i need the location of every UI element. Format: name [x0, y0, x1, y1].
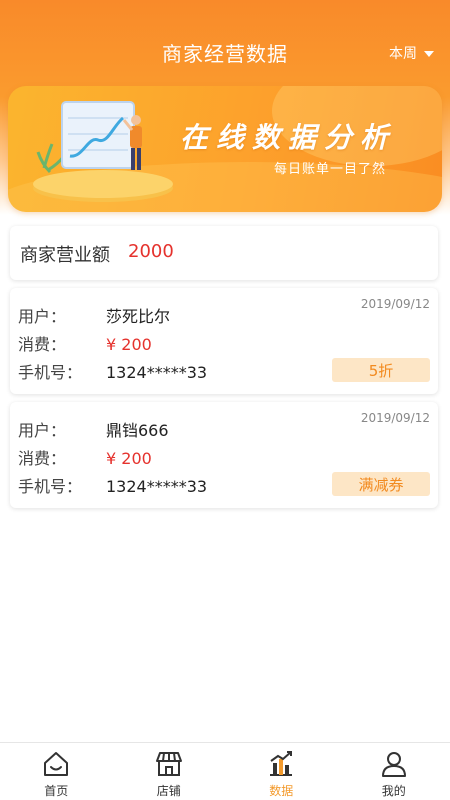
tab-label: 首页 — [44, 784, 69, 798]
spend-amount: ¥ 200 — [106, 449, 152, 468]
record-date: 2019/09/12 — [360, 297, 430, 311]
promo-banner: 在线数据分析 每日账单一目了然 — [8, 86, 442, 212]
tab-home[interactable]: 首页 — [0, 743, 113, 800]
user-name: 鼎铛666 — [106, 421, 169, 440]
spend-label: 消费： — [18, 449, 67, 468]
phone-number: 1324*****33 — [106, 477, 208, 496]
tab-label: 我的 — [381, 784, 406, 798]
phone-label: 手机号： — [18, 363, 83, 382]
chart-icon — [270, 751, 293, 776]
user-icon — [381, 752, 406, 777]
spend-amount: ¥ 200 — [106, 335, 152, 354]
coupon-tag: 满减券 — [332, 472, 430, 496]
phone-label: 手机号： — [18, 477, 83, 496]
revenue-value: 2000 — [128, 241, 174, 262]
record-spend-row: 消费： ¥ 200 — [18, 445, 152, 469]
tab-data[interactable]: 数据 — [225, 743, 338, 800]
record-user-row: 用户： 莎死比尔 — [18, 303, 170, 327]
data-analysis-illustration — [33, 101, 173, 202]
tab-store[interactable]: 店铺 — [113, 743, 226, 800]
user-label: 用户： — [18, 307, 67, 326]
record-card[interactable]: 2019/09/12 用户： 鼎铛666 消费： ¥ 200 手机号： 1324***… — [10, 402, 438, 508]
tab-label: 数据 — [269, 784, 294, 798]
record-card[interactable]: 2019/09/12 用户： 莎死比尔 消费： ¥ 200 手机号： 1324****… — [10, 288, 438, 394]
record-phone-row: 手机号： 1324*****33 — [18, 473, 207, 497]
store-icon — [155, 752, 182, 776]
banner-subtitle: 每日账单一目了然 — [274, 162, 387, 177]
banner-title: 在线数据分析 — [180, 121, 397, 154]
discount-tag: 5折 — [332, 358, 430, 382]
tab-label: 店铺 — [156, 784, 181, 798]
spend-label: 消费： — [18, 335, 67, 354]
user-name: 莎死比尔 — [106, 307, 171, 326]
revenue-card: 商家营业额 2000 — [10, 226, 438, 280]
tab-mine[interactable]: 我的 — [338, 743, 450, 800]
user-label: 用户： — [18, 421, 67, 440]
record-user-row: 用户： 鼎铛666 — [18, 417, 169, 441]
title-bar: 商家经营数据 本周 — [0, 0, 450, 100]
record-spend-row: 消费： ¥ 200 — [18, 331, 152, 355]
phone-number: 1324*****33 — [106, 363, 208, 382]
record-phone-row: 手机号： 1324*****33 — [18, 359, 207, 383]
period-selector[interactable]: 本周 — [389, 43, 434, 63]
chevron-down-icon — [424, 51, 434, 57]
record-date: 2019/09/12 — [360, 411, 430, 425]
revenue-label: 商家营业额 — [20, 245, 110, 266]
bottom-tab-bar: 首页 店铺 数据 我的 — [0, 742, 450, 800]
home-icon — [44, 752, 69, 776]
period-label: 本周 — [389, 46, 417, 62]
page-title: 商家经营数据 — [162, 42, 288, 66]
